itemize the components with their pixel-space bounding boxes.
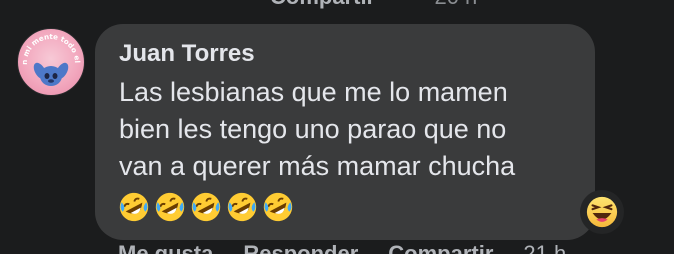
comment-line: bien les tengo uno parao que no (119, 114, 507, 144)
rolling-on-floor-laughing-emoji (263, 192, 293, 222)
comment-bubble[interactable]: Juan Torres Las lesbianas que me lo mame… (95, 24, 595, 240)
haha-emoji-icon (586, 196, 618, 228)
comment-time[interactable]: 21 h (523, 243, 566, 254)
previous-comment-actions: Compartir · 20 h (270, 0, 477, 8)
comment-time[interactable]: 20 h (434, 0, 477, 8)
svg-text:Estás en mi mente todo el tiem: Estás en mi mente todo el tiempo (18, 29, 82, 65)
share-link[interactable]: Compartir (388, 243, 493, 254)
comment-line: van a querer más mamar chucha (119, 151, 516, 181)
avatar-stitch-image: Estás en mi mente todo el tiempo (18, 29, 82, 86)
rolling-on-floor-laughing-emoji (191, 192, 221, 222)
avatar[interactable]: Estás en mi mente todo el tiempo (17, 28, 85, 96)
rolling-on-floor-laughing-emoji (155, 192, 185, 222)
separator: · (401, 0, 408, 8)
rolling-on-floor-laughing-emoji (227, 192, 257, 222)
reply-link[interactable]: Responder (243, 243, 358, 254)
rolling-on-floor-laughing-emoji (119, 192, 149, 222)
comment-author[interactable]: Juan Torres (119, 39, 255, 69)
haha-reaction-icon[interactable] (580, 190, 624, 234)
share-link[interactable]: Compartir (270, 0, 375, 8)
comment-line: Las lesbianas que me lo mamen (119, 77, 508, 107)
emoji-row (117, 190, 295, 224)
like-link[interactable]: Me gusta (118, 243, 213, 254)
comment-text: Las lesbianas que me lo mamen bien les t… (119, 74, 579, 185)
comment-screen: Compartir · 20 h Estás en mi mente todo … (0, 0, 674, 254)
comment-actions: Me gusta Responder Compartir 21 h (118, 243, 566, 254)
